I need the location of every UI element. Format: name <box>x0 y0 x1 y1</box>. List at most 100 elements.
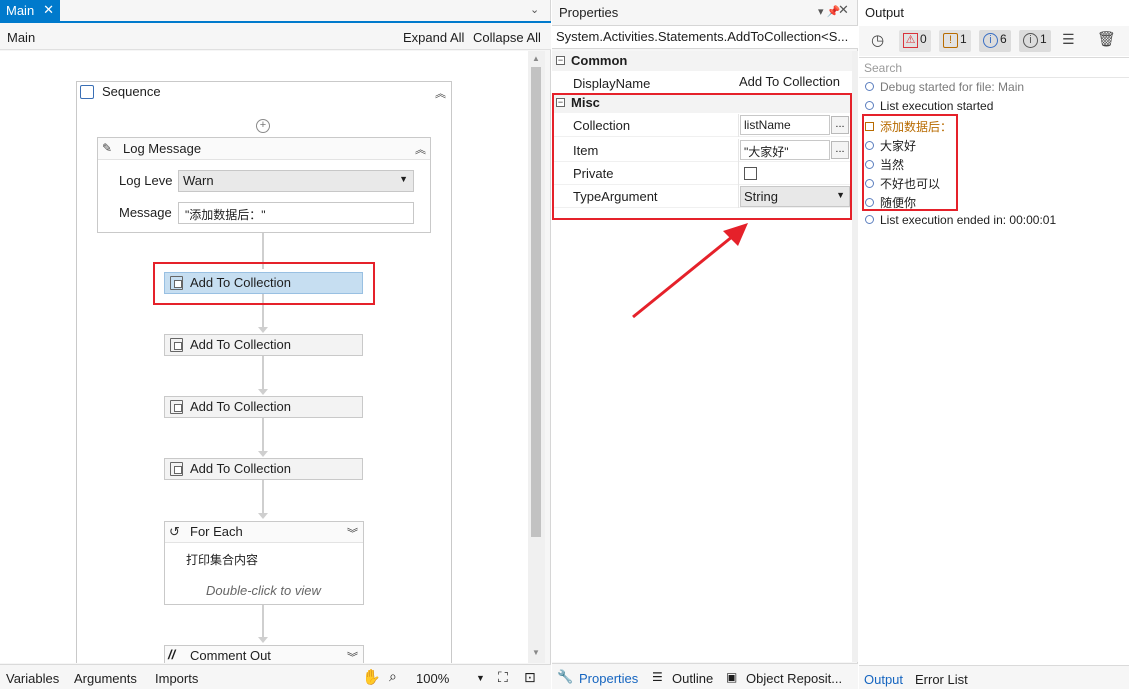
property-grid: − Common DisplayName Add To Collection −… <box>552 51 852 662</box>
collapse-icon[interactable]: ︽ <box>435 85 446 101</box>
properties-scrollbar[interactable] <box>852 51 858 662</box>
connector-line <box>262 605 264 638</box>
breadcrumb[interactable]: Main <box>7 30 35 45</box>
zoom-level[interactable]: 100% <box>416 671 449 686</box>
collapse-icon[interactable]: ︽ <box>415 141 426 157</box>
errors-filter-button[interactable]: ⚠ 0 <box>899 30 931 52</box>
collection-icon <box>170 338 183 352</box>
tab-object-repository[interactable]: Object Reposit... <box>746 671 842 686</box>
chevron-down-icon[interactable]: ⌄ <box>530 3 539 16</box>
trace-filter-button[interactable]: i1 <box>1019 30 1051 52</box>
close-icon[interactable]: ✕ <box>838 2 849 18</box>
output-line: List execution ended in: 00:00:01 <box>865 213 1056 232</box>
workflow-canvas[interactable]: Sequence ︽ + ✎ Log Message ︽ Log Leve Wa… <box>0 51 528 663</box>
properties-title: Properties <box>559 5 619 20</box>
scrollbar-thumb[interactable] <box>531 67 541 537</box>
close-icon[interactable]: ✕ <box>43 2 54 18</box>
message-input[interactable]: "添加数据后：" <box>178 202 414 224</box>
errors-count: 0 <box>920 32 927 46</box>
fit-to-screen-icon[interactable]: ⛶ <box>498 669 508 686</box>
log-level-value: Warn <box>183 173 214 188</box>
tab-main[interactable]: Main ✕ <box>0 0 60 22</box>
for-each-title: For Each <box>190 524 243 539</box>
output-line: Debug started for file: Main <box>865 80 1024 99</box>
log-level-select[interactable]: Warn ▼ <box>178 170 414 192</box>
highlight-box <box>153 262 375 305</box>
pin-icon[interactable]: ▾ 📌 <box>818 5 840 18</box>
designer-scrollbar[interactable]: ▲ ▼ <box>528 51 545 663</box>
connector-line <box>262 356 264 390</box>
trash-icon[interactable]: 🗑 <box>1097 30 1116 48</box>
output-title: Output <box>865 5 905 20</box>
arguments-tab[interactable]: Arguments <box>74 671 137 686</box>
info-bullet-icon <box>865 101 874 111</box>
activity-title: Add To Collection <box>190 461 291 476</box>
property-row-displayname: DisplayName Add To Collection <box>552 72 852 95</box>
scroll-down-icon[interactable]: ▼ <box>532 648 540 657</box>
expand-all-link[interactable]: Expand All <box>403 30 464 45</box>
zoom-icon[interactable]: ⌕ <box>389 668 397 685</box>
zoom-dropdown-icon[interactable]: ▼ <box>476 673 485 683</box>
info-icon: i <box>983 33 998 48</box>
warnings-count: 1 <box>960 32 967 46</box>
highlight-box <box>862 114 958 211</box>
info-bullet-icon <box>865 82 874 92</box>
trace-icon: i <box>1023 33 1038 48</box>
highlight-box <box>552 93 852 220</box>
imports-tab[interactable]: Imports <box>155 671 198 686</box>
tab-properties[interactable]: Properties <box>579 671 638 686</box>
add-activity-icon[interactable]: + <box>256 119 270 133</box>
tab-output[interactable]: Output <box>864 672 903 687</box>
connector-arrow <box>258 513 268 519</box>
collection-icon <box>170 400 183 414</box>
connector-arrow <box>258 451 268 457</box>
designer-header: Main Expand All Collapse All <box>0 23 551 50</box>
collapse-all-link[interactable]: Collapse All <box>473 30 541 45</box>
output-line-text: List execution ended in: 00:00:01 <box>880 213 1057 227</box>
output-panel: Output ◷ ⚠ 0 ! 1 i6 i1 ☰ 🗑 Search Debug st… <box>859 0 1129 689</box>
tab-error-list[interactable]: Error List <box>915 672 968 687</box>
properties-panel: Properties ▾ 📌 ✕ System.Activities.State… <box>552 0 858 689</box>
connector-arrow <box>258 327 268 333</box>
hand-pan-icon[interactable]: ✋ <box>362 668 381 686</box>
list-settings-icon[interactable]: ☰ <box>1062 31 1075 48</box>
log-message-activity[interactable]: ✎ Log Message ︽ Log Leve Warn ▼ Message … <box>97 137 431 233</box>
variables-tab[interactable]: Variables <box>6 671 59 686</box>
wrench-icon: 🔧 <box>557 669 574 684</box>
overview-icon[interactable]: ⊡ <box>524 669 536 686</box>
error-icon: ⚠ <box>903 33 918 48</box>
info-filter-button[interactable]: i6 <box>979 30 1011 52</box>
activity-title: Add To Collection <box>190 399 291 414</box>
add-to-collection-activity[interactable]: Add To Collection <box>164 334 363 356</box>
expand-icon[interactable]: ︾ <box>347 525 358 541</box>
output-toolbar: ◷ ⚠ 0 ! 1 i6 i1 ☰ 🗑 <box>859 26 1129 56</box>
tab-outline[interactable]: Outline <box>672 671 713 686</box>
for-each-activity[interactable]: ↺ For Each ︾ 打印集合内容 Double-click to view <box>164 521 364 605</box>
sequence-title: Sequence <box>102 84 161 99</box>
comment-icon: // <box>168 647 176 662</box>
clock-icon[interactable]: ◷ <box>871 31 884 49</box>
info-bullet-icon <box>865 215 874 225</box>
output-search-input[interactable]: Search <box>859 57 1129 78</box>
property-label: DisplayName <box>573 76 651 91</box>
displayname-value[interactable]: Add To Collection <box>739 74 840 89</box>
add-to-collection-activity[interactable]: Add To Collection <box>164 396 363 418</box>
sequence-icon <box>80 85 94 99</box>
comment-out-activity[interactable]: // Comment Out ︾ <box>164 645 364 663</box>
category-common[interactable]: − Common <box>552 51 852 71</box>
collapse-category-icon[interactable]: − <box>556 56 565 65</box>
warnings-filter-button[interactable]: ! 1 <box>939 30 971 52</box>
expand-icon[interactable]: ︾ <box>347 649 358 663</box>
dropdown-arrow-icon: ▼ <box>399 174 408 184</box>
for-each-display-name: 打印集合内容 <box>186 553 259 567</box>
output-footer: Output Error List <box>859 665 1129 689</box>
annotation-arrow <box>632 223 748 319</box>
info-count: 6 <box>1000 32 1007 46</box>
double-click-hint: Double-click to view <box>206 583 321 598</box>
add-to-collection-activity[interactable]: Add To Collection <box>164 458 363 480</box>
scroll-up-icon[interactable]: ▲ <box>532 54 540 63</box>
activity-title: Add To Collection <box>190 337 291 352</box>
log-level-label: Log Leve <box>119 173 173 188</box>
collection-icon <box>170 462 183 476</box>
connector-arrow <box>258 389 268 395</box>
